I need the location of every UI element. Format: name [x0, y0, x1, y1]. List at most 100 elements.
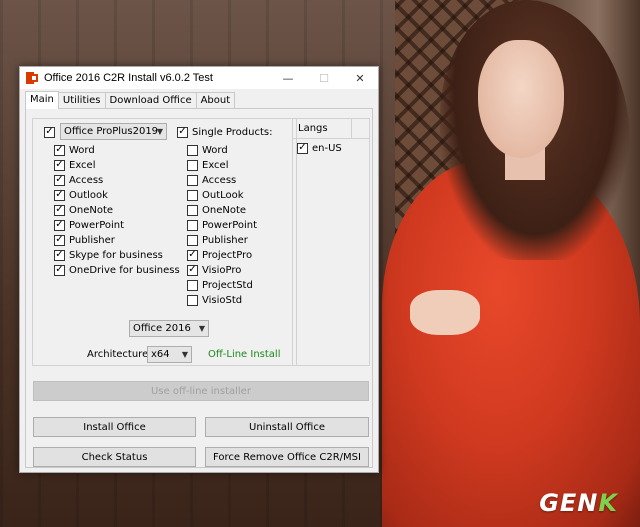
- suite-app-word[interactable]: ✓ Word: [54, 143, 95, 157]
- genk-watermark: GENK: [539, 489, 618, 517]
- tab-about[interactable]: About: [195, 92, 236, 108]
- checkbox-label: Excel: [69, 159, 96, 171]
- checkbox-box: ✓: [54, 159, 65, 171]
- maximize-button[interactable]: ☐: [306, 67, 342, 89]
- use-offline-installer-button[interactable]: Use off-line installer: [33, 381, 369, 401]
- checkbox-box: ✓: [54, 204, 65, 216]
- background-face: [478, 40, 564, 158]
- title-bar[interactable]: Office 2016 C2R Install v6.0.2 Test — ☐ …: [20, 67, 378, 89]
- checkbox-label: Word: [202, 144, 228, 156]
- installer-window: Office 2016 C2R Install v6.0.2 Test — ☐ …: [19, 66, 379, 473]
- suite-checkbox[interactable]: ✓: [44, 125, 59, 139]
- single-product-excel[interactable]: Excel: [187, 158, 229, 172]
- checkbox-box: ✓: [187, 264, 198, 276]
- checkbox-box: ✓: [54, 219, 65, 231]
- single-product-powerpoint[interactable]: PowerPoint: [187, 218, 257, 232]
- checkbox-box: ✓: [177, 126, 188, 138]
- suite-app-access[interactable]: ✓ Access: [54, 173, 103, 187]
- suite-app-onedrive[interactable]: ✓ OneDrive for business: [54, 263, 180, 277]
- suite-app-outlook[interactable]: ✓ Outlook: [54, 188, 108, 202]
- checkbox-box: [187, 189, 198, 201]
- checkbox-label: OutLook: [202, 189, 244, 201]
- single-product-outlook[interactable]: OutLook: [187, 188, 244, 202]
- langs-title: Langs: [298, 123, 328, 134]
- office-version-value: Office 2016: [133, 323, 191, 334]
- checkbox-box: [187, 159, 198, 171]
- single-product-publisher[interactable]: Publisher: [187, 233, 248, 247]
- offline-install-status: Off-Line Install: [208, 349, 281, 360]
- checkbox-label: OneDrive for business: [69, 264, 180, 276]
- checkbox-label: PowerPoint: [202, 219, 258, 231]
- tab-download-office[interactable]: Download Office: [104, 92, 197, 108]
- single-product-access[interactable]: Access: [187, 173, 236, 187]
- install-office-button[interactable]: Install Office: [33, 417, 196, 437]
- checkbox-box: [187, 294, 198, 306]
- single-product-visiostd[interactable]: VisioStd: [187, 293, 242, 307]
- checkbox-label: PowerPoint: [69, 219, 125, 231]
- single-product-onenote[interactable]: OneNote: [187, 203, 246, 217]
- single-product-word[interactable]: Word: [187, 143, 228, 157]
- checkbox-label: ProjectStd: [202, 279, 253, 291]
- architecture-label: Architecture:: [87, 349, 152, 360]
- checkbox-label: OneNote: [202, 204, 247, 216]
- suite-select[interactable]: Office ProPlus2019: ▼: [60, 123, 167, 140]
- checkbox-box: ✓: [297, 142, 308, 154]
- checkbox-box: [187, 144, 198, 156]
- checkbox-box: ✓: [44, 126, 55, 138]
- chevron-down-icon: ▼: [156, 127, 163, 136]
- single-products-label: Single Products:: [192, 126, 273, 138]
- close-button[interactable]: ✕: [342, 67, 378, 89]
- single-product-projectstd[interactable]: ProjectStd: [187, 278, 253, 292]
- checkbox-box: ✓: [54, 249, 65, 261]
- checkbox-box: ✓: [54, 264, 65, 276]
- office-version-select[interactable]: Office 2016 ▼: [129, 320, 209, 337]
- checkbox-label: en-US: [312, 142, 342, 154]
- checkbox-box: [187, 234, 198, 246]
- tab-utilities[interactable]: Utilities: [57, 92, 106, 108]
- column-divider: [351, 119, 352, 139]
- checkbox-label: OneNote: [69, 204, 114, 216]
- suite-app-powerpoint[interactable]: ✓ PowerPoint: [54, 218, 124, 232]
- checkbox-box: ✓: [54, 174, 65, 186]
- checkbox-box: [187, 204, 198, 216]
- checkbox-label: VisioStd: [202, 294, 243, 306]
- window-title: Office 2016 C2R Install v6.0.2 Test: [44, 72, 213, 84]
- suite-app-onenote[interactable]: ✓ OneNote: [54, 203, 113, 217]
- chevron-down-icon: ▼: [198, 324, 205, 333]
- checkbox-box: [187, 279, 198, 291]
- force-remove-office-button[interactable]: Force Remove Office C2R/MSI: [205, 447, 369, 467]
- minimize-button[interactable]: —: [270, 67, 306, 89]
- architecture-value: x64: [151, 349, 170, 360]
- suite-select-value: Office ProPlus2019:: [64, 126, 162, 137]
- checkbox-box: [187, 219, 198, 231]
- checkbox-label: Outlook: [69, 189, 108, 201]
- checkbox-label: VisioPro: [202, 264, 242, 276]
- single-product-visiopro[interactable]: ✓ VisioPro: [187, 263, 241, 277]
- single-product-projectpro[interactable]: ✓ ProjectPro: [187, 248, 252, 262]
- langs-list: Langs ✓ en-US: [292, 118, 370, 366]
- checkbox-label: Publisher: [202, 234, 248, 246]
- chevron-down-icon: ▼: [181, 350, 188, 359]
- architecture-select[interactable]: x64 ▼: [147, 346, 192, 363]
- checkbox-box: ✓: [54, 189, 65, 201]
- window-controls: — ☐ ✕: [270, 67, 378, 89]
- checkbox-label: ProjectPro: [202, 249, 253, 261]
- tab-strip: Main Utilities Download Office About: [25, 91, 236, 109]
- single-products-checkbox[interactable]: ✓ Single Products:: [177, 125, 272, 139]
- checkbox-label: Publisher: [69, 234, 115, 246]
- suite-app-skype[interactable]: ✓ Skype for business: [54, 248, 163, 262]
- checkbox-label: Excel: [202, 159, 229, 171]
- langs-header: Langs: [293, 119, 369, 139]
- checkbox-label: Access: [202, 174, 237, 186]
- lang-item-en-us[interactable]: ✓ en-US: [297, 141, 342, 155]
- checkbox-box: ✓: [54, 234, 65, 246]
- uninstall-office-button[interactable]: Uninstall Office: [205, 417, 369, 437]
- tab-main[interactable]: Main: [25, 91, 59, 109]
- checkbox-box: [187, 174, 198, 186]
- suite-app-excel[interactable]: ✓ Excel: [54, 158, 96, 172]
- products-group: ✓ Office ProPlus2019: ▼ ✓ Single Product…: [32, 118, 297, 366]
- background-hand: [410, 290, 480, 335]
- check-status-button[interactable]: Check Status: [33, 447, 196, 467]
- suite-app-publisher[interactable]: ✓ Publisher: [54, 233, 115, 247]
- checkbox-label: Skype for business: [69, 249, 163, 261]
